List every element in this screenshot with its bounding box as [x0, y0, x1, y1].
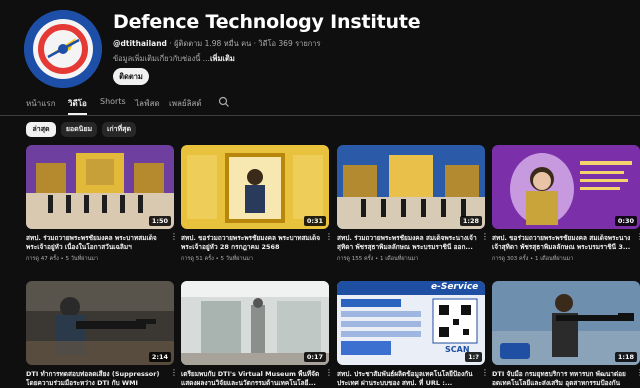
video-title[interactable]: DTI ทำการทดสอบท่อลดเสียง (Suppressor) โด… — [26, 370, 166, 388]
video-duration: 1:18 — [614, 352, 637, 362]
video-card[interactable]: 0:17 เตรียมพบกับ DTI's Virtual Museum พื… — [181, 281, 333, 387]
channel-handle: @dtithailand — [113, 39, 167, 48]
video-title[interactable]: สทป. ร่วมถวายพระพรชัยมงคล พระบาทสมเด็จพร… — [26, 234, 166, 252]
more-options-icon[interactable]: ⋮ — [170, 233, 178, 241]
video-card[interactable]: 0:30 สทป. ขอร่วมถวายพระพรชัยมงคล สมเด็จพ… — [492, 145, 640, 262]
video-meta: การดู 155 ครั้ง • 1 เดือนที่ผ่านมา — [337, 256, 419, 262]
video-title[interactable]: สทป. ขอร่วมถวายพระพรชัยมงคล พระบาทสมเด็จ… — [181, 234, 321, 252]
subscribe-button[interactable]: ติดตาม — [113, 68, 149, 85]
video-thumbnail[interactable]: 0:30 — [492, 145, 640, 229]
channel-description[interactable]: ข้อมูลเพิ่มเติมเกี่ยวกับช่องนี้ ...เพิ่ม… — [113, 53, 235, 65]
more-options-icon[interactable]: ⋮ — [481, 369, 489, 377]
more-options-icon[interactable]: ⋮ — [170, 369, 178, 377]
search-icon[interactable] — [218, 96, 230, 108]
video-thumbnail[interactable]: 1:28 — [337, 145, 485, 229]
active-tab-indicator — [68, 113, 87, 115]
video-duration: 0:31 — [303, 216, 326, 226]
video-meta: การดู 47 ครั้ง • 5 วันที่ผ่านมา — [26, 256, 99, 262]
chip-oldest[interactable]: เก่าที่สุด — [102, 122, 136, 137]
video-thumbnail[interactable]: 0:31 — [181, 145, 329, 229]
video-duration: 2:14 — [148, 352, 171, 362]
chip-popular[interactable]: ยอดนิยม — [61, 122, 97, 137]
video-duration: 0:17 — [303, 352, 326, 362]
tab-home[interactable]: หน้าแรก — [26, 97, 56, 110]
video-card[interactable]: 1:50 สทป. ร่วมถวายพระพรชัยมงคล พระบาทสมเ… — [26, 145, 178, 262]
more-options-icon[interactable]: ⋮ — [636, 369, 640, 377]
more-options-icon[interactable]: ⋮ — [325, 233, 333, 241]
channel-avatar[interactable] — [24, 10, 102, 88]
more-link[interactable]: เพิ่มเติม — [210, 54, 235, 63]
channel-meta: @dtithailand · ผู้ติดตาม 1.98 หมื่น คน ·… — [113, 38, 321, 50]
thumb-e-service-label: e-Service — [431, 282, 479, 292]
video-duration: 1:50 — [148, 216, 171, 226]
more-options-icon[interactable]: ⋮ — [325, 369, 333, 377]
video-title[interactable]: สทป. ร่วมถวายพระพรชัยมงคล สมเด็จพระนางเจ… — [337, 234, 477, 252]
more-options-icon[interactable]: ⋮ — [481, 233, 489, 241]
tab-playlists[interactable]: เพลย์ลิสต์ — [169, 97, 202, 110]
video-meta: การดู 303 ครั้ง • 1 เดือนที่ผ่านมา — [492, 256, 574, 262]
channel-header: Defence Technology Institute @dtithailan… — [0, 0, 640, 92]
video-card[interactable]: 0:31 สทป. ขอร่วมถวายพระพรชัยมงคล พระบาทส… — [181, 145, 333, 262]
video-thumbnail[interactable]: 0:17 — [181, 281, 329, 365]
video-title[interactable]: เตรียมพบกับ DTI's Virtual Museum พื้นที่… — [181, 370, 321, 388]
more-options-icon[interactable]: ⋮ — [636, 233, 640, 241]
video-thumbnail[interactable]: 1:50 — [26, 145, 174, 229]
video-thumbnail[interactable]: 2:14 — [26, 281, 174, 365]
channel-title: Defence Technology Institute — [113, 11, 421, 33]
channel-description-text: ข้อมูลเพิ่มเติมเกี่ยวกับช่องนี้ ... — [113, 54, 210, 63]
channel-tabs: หน้าแรก วิดีโอ Shorts ไลฟ์สด เพลย์ลิสต์ — [0, 92, 640, 116]
video-card[interactable]: 1:18 DTI จับมือ กรมยุทธบริการ ทหารบก พัฒ… — [492, 281, 640, 387]
video-thumbnail[interactable]: 1:18 — [492, 281, 640, 365]
video-meta: การดู 51 ครั้ง • 5 วันที่ผ่านมา — [181, 256, 254, 262]
video-card[interactable]: 2:14 DTI ทำการทดสอบท่อลดเสียง (Suppresso… — [26, 281, 178, 387]
video-card[interactable]: e-Service SCAN 1:? สทป. ประชาสัมพันธ์ผลิ… — [337, 281, 489, 387]
channel-stats: · ผู้ติดตาม 1.98 หมื่น คน · วิดีโอ 369 ร… — [166, 39, 321, 48]
video-thumbnail[interactable]: e-Service SCAN 1:? — [337, 281, 485, 365]
tab-live[interactable]: ไลฟ์สด — [135, 97, 160, 110]
video-title[interactable]: สทป. ขอร่วมถวายพระพรชัยมงคล สมเด็จพระนาง… — [492, 234, 632, 252]
tab-videos[interactable]: วิดีโอ — [68, 97, 87, 110]
video-duration: 1:? — [465, 352, 482, 362]
chip-latest[interactable]: ล่าสุด — [26, 122, 56, 137]
video-duration: 0:30 — [614, 216, 637, 226]
video-title[interactable]: สทป. ประชาสัมพันธ์ผลิตข้อมูลเทคโนโลยีป้อ… — [337, 370, 477, 388]
video-title[interactable]: DTI จับมือ กรมยุทธบริการ ทหารบก พัฒนาต่อ… — [492, 370, 632, 388]
tab-shorts[interactable]: Shorts — [100, 97, 126, 106]
dti-logo-icon — [24, 10, 102, 88]
video-card[interactable]: 1:28 สทป. ร่วมถวายพระพรชัยมงคล สมเด็จพระ… — [337, 145, 489, 262]
video-duration: 1:28 — [459, 216, 482, 226]
